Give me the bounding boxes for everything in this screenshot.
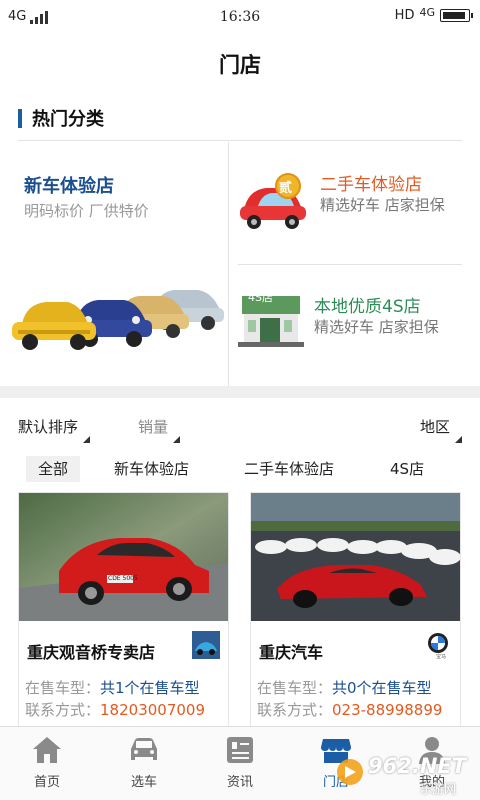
models-row: 在售车型：共0个在售车型 [257,677,432,698]
category-desc: 精选好车 店家担保 [320,196,445,214]
sort-sales-dropdown[interactable]: 销量 [138,416,181,443]
section-title: 热门分类 [32,109,104,130]
category-name: 新车体验店 [24,176,114,197]
network-type-right: 4G [419,6,435,19]
dropdown-triangle-icon [173,436,181,443]
region-dropdown[interactable]: 地区 [419,416,462,443]
plate-text: CDE 5005 [108,575,138,582]
bottom-tab-bar: 首页 选车 资讯 门店 我的 [0,726,480,800]
store-type-tabs: 全部 新车体验店 二手车体验店 4S店 [0,450,480,488]
store-logo-icon [192,631,220,659]
models-label: 在售车型： [257,679,333,697]
tab-label: 首页 [33,775,60,790]
user-icon [419,737,445,764]
news-icon [227,737,253,763]
category-used-car-store[interactable]: 贰 二手车体验店 精选好车 店家担保 [230,142,480,264]
category-desc: 精选好车 店家担保 [314,318,439,336]
dropdown-triangle-icon [83,436,91,443]
sort-default-dropdown[interactable]: 默认排序 [18,416,91,443]
tab-profile[interactable]: 我的 [402,735,462,790]
tab-label: 资讯 [226,775,253,790]
category-desc: 明码标价 厂供特价 [24,202,149,220]
contact-label: 联系方式： [257,701,333,719]
tab-new-car-store[interactable]: 新车体验店 [114,456,189,482]
tab-news[interactable]: 资讯 [210,735,270,790]
store-card[interactable]: CDE 5005 重庆观音桥专卖店 在售车型：共1个在售车型 联系方式：1820… [18,492,229,728]
store-card[interactable]: 重庆汽车 宝马 在售车型：共0个在售车型 联系方式：023-88998899 [250,492,461,728]
home-icon [33,737,61,763]
contact-phone[interactable]: 023-88998899 [332,701,442,719]
models-label: 在售车型： [25,679,101,697]
sort-label: 地区 [419,418,450,436]
battery-icon [440,9,473,22]
store-photo [19,493,228,621]
tab-used-car-store[interactable]: 二手车体验店 [244,456,334,482]
car-icon [131,738,157,760]
sort-label: 销量 [138,418,169,436]
contact-phone[interactable]: 18203007009 [100,701,205,719]
store-photo [251,493,460,621]
sort-label: 默认排序 [18,418,79,436]
store-name: 重庆汽车 [259,643,324,662]
divider [18,140,462,141]
contact-row: 联系方式：023-88998899 [257,699,442,720]
hot-categories-section: 热门分类 新车体验店 明码标价 厂供特价 贰 二手车体验店 精选好车 店家担保 … [0,96,480,386]
status-right: HD 4G [394,6,473,23]
hd-indicator: HD [394,8,415,23]
store-name: 重庆观音桥专卖店 [27,643,156,662]
contact-row: 联系方式：18203007009 [25,699,205,720]
used-badge: 贰 [279,181,293,196]
category-new-car-store[interactable]: 新车体验店 明码标价 厂供特价 [0,142,228,386]
tab-store[interactable]: 门店 [306,735,366,790]
tab-label: 门店 [322,775,349,790]
tab-4s-store[interactable]: 4S店 [390,456,424,482]
tab-home[interactable]: 首页 [17,735,77,790]
models-row: 在售车型：共1个在售车型 [25,677,200,698]
status-bar: 4G 16:36 HD 4G [0,0,480,34]
title-accent-bar [18,108,22,128]
tab-label: 我的 [418,775,445,790]
section-header: 热门分类 [18,106,104,130]
category-name: 二手车体验店 [320,175,422,195]
store-list: CDE 5005 重庆观音桥专卖店 在售车型：共1个在售车型 联系方式：1820… [0,488,480,728]
red-car-icon [240,173,306,229]
tab-all[interactable]: 全部 [26,456,81,482]
page-title: 门店 [0,34,480,96]
models-count: 共0个在售车型 [332,679,432,697]
contact-label: 联系方式： [25,701,101,719]
vintage-cars-image [12,290,224,350]
tab-label: 选车 [130,775,157,790]
divider [238,264,462,265]
dropdown-triangle-icon [455,436,462,443]
4s-sign: 4S店 [248,291,273,304]
tab-select-car[interactable]: 选车 [114,735,174,790]
category-name: 本地优质4S店 [314,297,421,317]
store-icon [321,739,351,763]
category-4s-store[interactable]: 4S店 本地优质4S店 精选好车 店家担保 [230,266,480,386]
divider [228,142,229,386]
sort-bar: 默认排序 销量 地区 [0,398,480,450]
models-count: 共1个在售车型 [100,679,200,697]
logo-caption: 宝马 [435,654,446,660]
